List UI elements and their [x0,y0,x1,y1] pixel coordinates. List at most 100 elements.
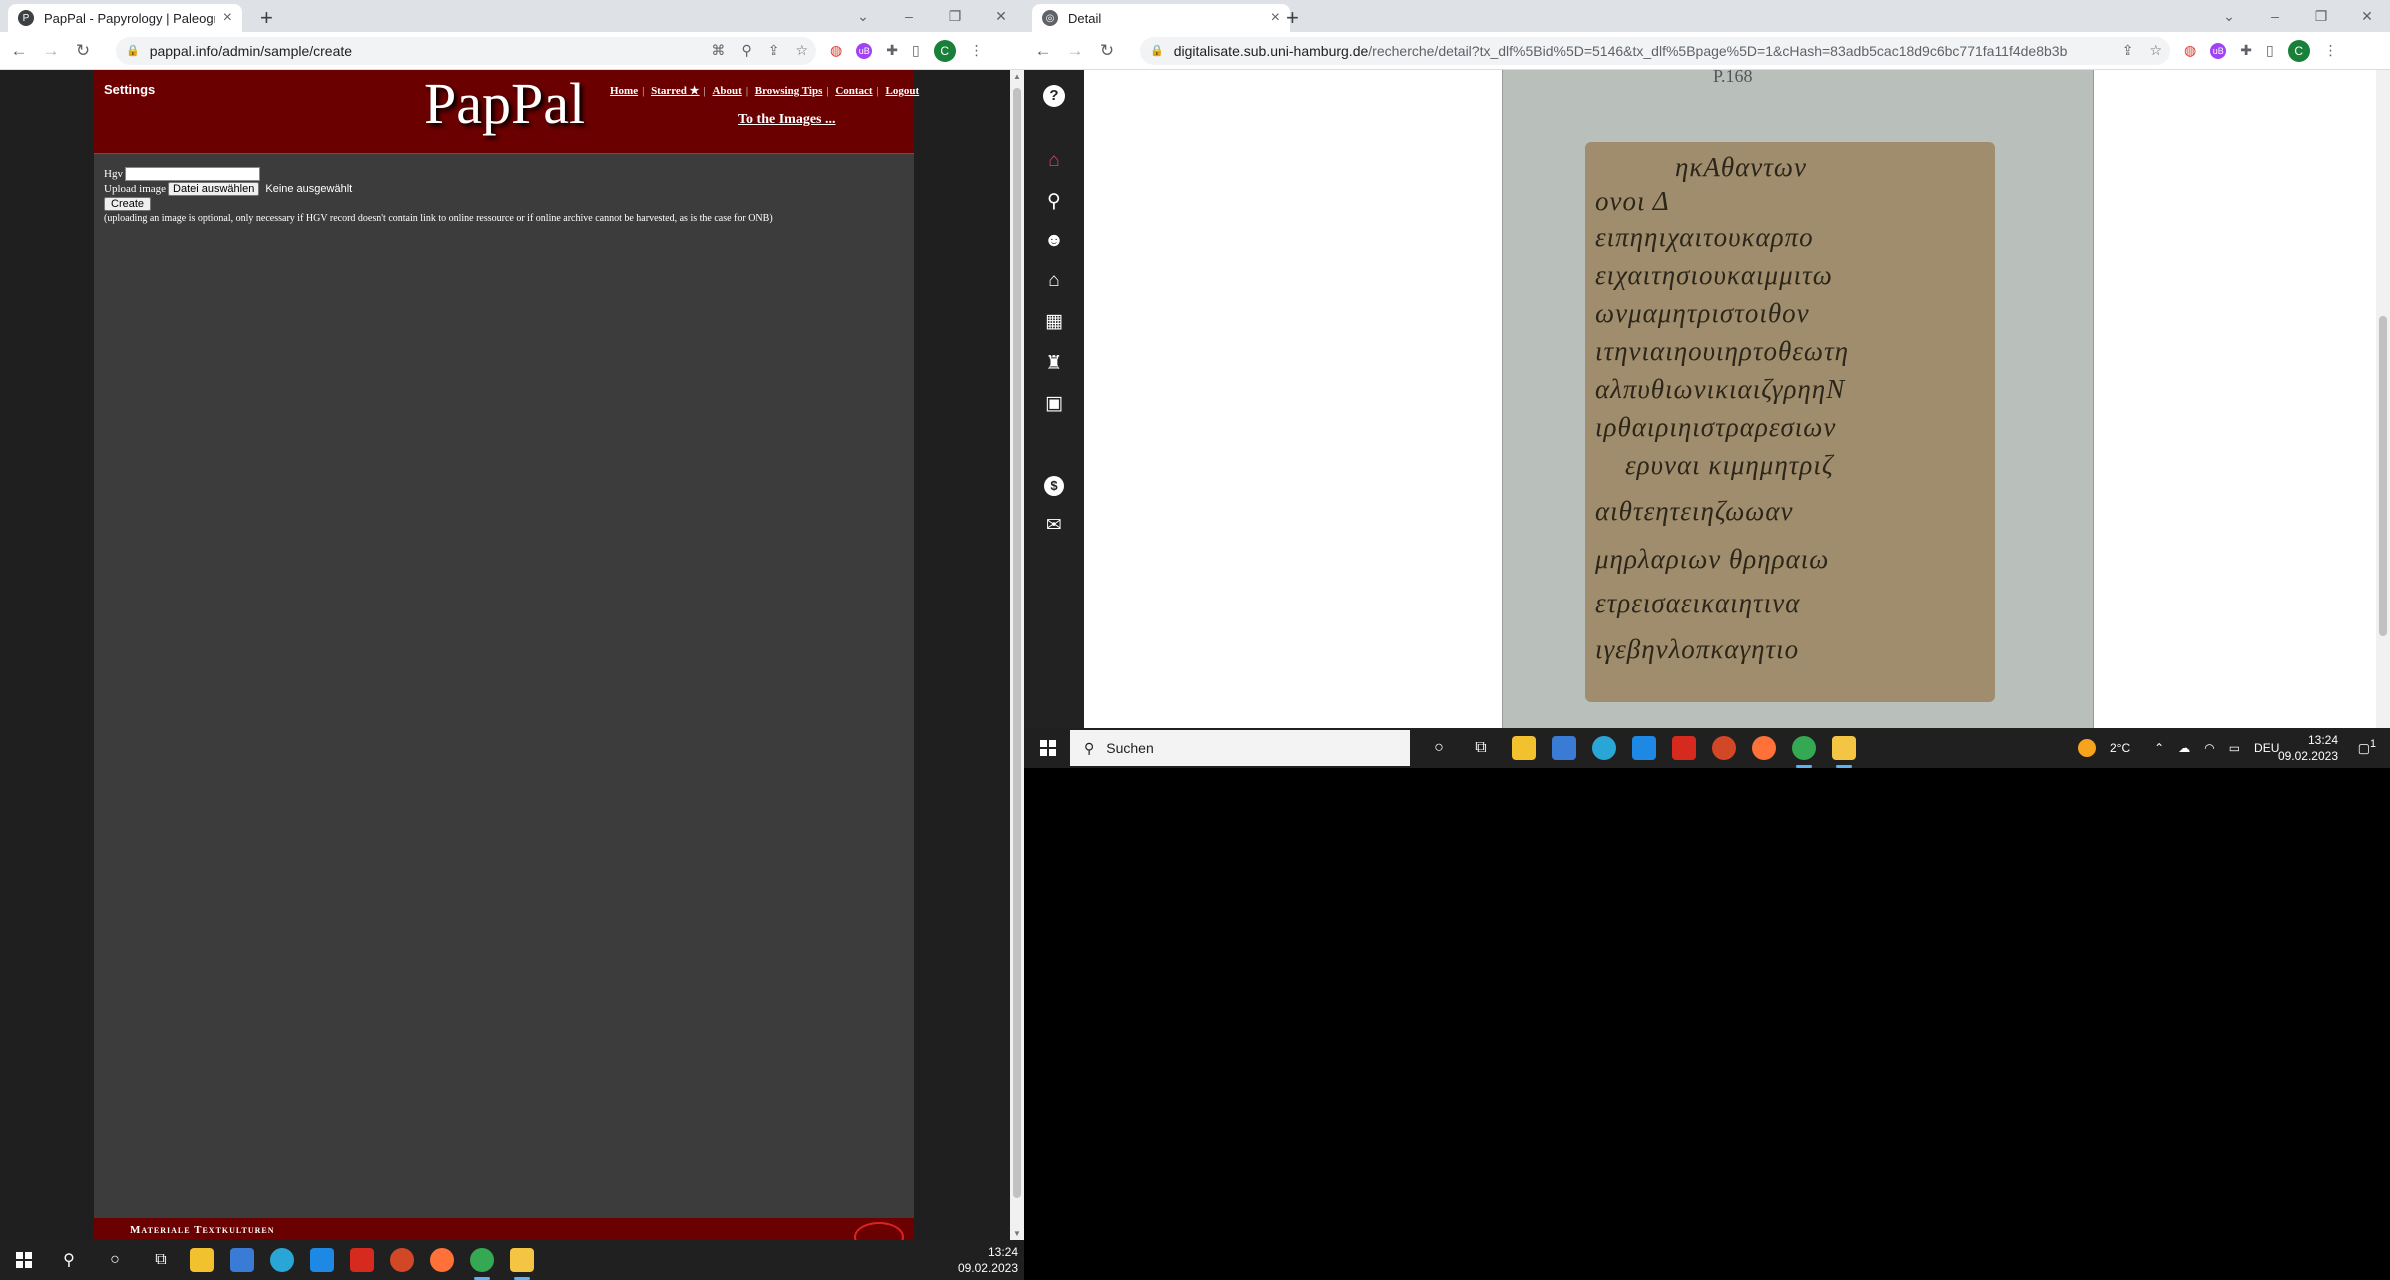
nav-logout[interactable]: Logout [886,85,920,97]
chrome-icon[interactable] [470,1248,494,1280]
store-icon[interactable] [230,1248,254,1272]
to-images-link[interactable]: To the Images ... [738,112,836,128]
grid-icon[interactable]: ▦ [1024,310,1084,333]
cortana-icon[interactable]: ○ [98,1251,132,1269]
chevron-up-icon[interactable]: ⌃ [2154,741,2164,755]
extensions-puzzle-icon[interactable]: ✚ [2240,42,2252,59]
notification-icon[interactable]: ▢1 [2358,738,2376,756]
notes-app-icon[interactable] [510,1248,534,1280]
mail-icon[interactable] [1632,736,1656,760]
chrome-icon[interactable] [1792,736,1816,768]
side-panel-icon[interactable]: ▯ [2266,42,2274,59]
clock[interactable]: 13:24 09.02.2023 [958,1244,1018,1276]
bookmark-star-icon[interactable]: ☆ [2149,42,2162,59]
left-scrollbar[interactable]: ▲ ▼ [1010,70,1024,1240]
restore-icon[interactable]: ❐ [932,8,978,25]
share-icon[interactable]: ⇪ [768,42,780,59]
menu-icon[interactable]: ⋮ [970,42,984,59]
battery-icon[interactable]: ▭ [2229,741,2240,755]
minimize-icon[interactable]: – [886,8,932,24]
acrobat-icon[interactable] [1672,736,1696,760]
share-icon[interactable]: ⇪ [2122,42,2134,59]
scroll-thumb[interactable] [1013,88,1021,1198]
scroll-up-icon[interactable]: ▲ [1010,72,1024,81]
powerpoint-icon[interactable] [390,1248,414,1272]
close-window-icon[interactable]: ✕ [978,8,1024,25]
help-icon[interactable]: ? [1043,85,1065,107]
tab-search-icon[interactable]: ⌄ [2206,8,2252,25]
file-explorer-icon[interactable] [190,1248,214,1272]
acrobat-icon[interactable] [350,1248,374,1272]
weather-temp[interactable]: 2°C [2110,741,2130,755]
pappal-logo[interactable]: PapPal [424,70,585,137]
cortana-icon[interactable]: ○ [1422,739,1456,757]
extension-shield-icon[interactable]: ◍ [830,42,842,59]
menu-icon[interactable]: ⋮ [2324,42,2338,59]
address-bar[interactable]: 🔒 pappal.info/admin/sample/create ⌘ ⚲ ⇪ … [116,36,816,65]
search-icon[interactable]: ⚲ [52,1250,86,1270]
language-indicator[interactable]: DEU [2254,741,2279,755]
create-button[interactable]: Create [104,197,152,211]
close-window-icon[interactable]: ✕ [2344,8,2390,25]
scan-image[interactable]: P.168 ηκΑθαντων ονοι Δ ειπηηιχαιτουκαρπο… [1502,66,2094,728]
close-tab-icon[interactable]: × [1271,9,1280,27]
forward-icon[interactable]: → [38,41,64,61]
nav-about[interactable]: About [712,85,741,97]
settings-link[interactable]: Settings [104,82,155,97]
feedback-icon[interactable]: ☻ [1024,230,1084,252]
profile-avatar[interactable]: C [2287,39,2310,62]
extension-ub-icon[interactable]: uB [2210,42,2227,59]
dollar-icon[interactable]: $ [1044,476,1064,496]
minimize-icon[interactable]: – [2252,8,2298,24]
right-scrollbar[interactable] [2376,70,2390,728]
nav-starred[interactable]: Starred ★ [651,85,699,97]
nav-contact[interactable]: Contact [835,85,872,97]
restore-icon[interactable]: ❐ [2298,8,2344,25]
back-icon[interactable]: ← [1030,41,1056,61]
forward-icon[interactable]: → [1062,41,1088,61]
edge-icon[interactable] [1592,736,1616,760]
new-tab-icon[interactable]: + [1286,4,1299,32]
firefox-icon[interactable] [430,1248,454,1272]
tab-pappal[interactable]: P PapPal - Papyrology | Paleography × [8,4,242,32]
network-icon[interactable]: ◠ [2204,741,2214,755]
tab-detail[interactable]: ◎ Detail × [1032,4,1290,32]
back-icon[interactable]: ← [6,41,32,61]
taskbar-search[interactable]: ⚲ Suchen [1070,730,1410,766]
nav-home[interactable]: Home [610,85,638,97]
search-icon[interactable]: ⚲ [1024,190,1084,213]
extension-shield-icon[interactable]: ◍ [2184,42,2196,59]
store-icon[interactable] [1552,736,1576,760]
file-explorer-icon[interactable] [1512,736,1536,760]
calendar-icon[interactable]: ▣ [1024,392,1084,415]
choose-file-button[interactable]: Datei auswählen [168,181,260,196]
close-tab-icon[interactable]: × [223,9,232,27]
tab-search-icon[interactable]: ⌄ [840,8,886,25]
reload-icon[interactable]: ↻ [1094,41,1120,61]
home-icon[interactable]: ⌂ [1024,150,1084,172]
edge-icon[interactable] [270,1248,294,1272]
clock[interactable]: 13:24 09.02.2023 [2278,732,2338,764]
scroll-down-icon[interactable]: ▼ [1010,1229,1024,1238]
windows-start-icon[interactable] [16,1252,32,1268]
address-bar[interactable]: 🔒 digitalisate.sub.uni-hamburg.de/recher… [1140,36,2170,65]
task-view-icon[interactable]: ⧉ [144,1251,178,1269]
hgv-input[interactable] [124,166,260,181]
chess-icon[interactable]: ♜ [1024,352,1084,375]
extensions-puzzle-icon[interactable]: ✚ [886,42,898,59]
notes-app-icon[interactable] [1832,736,1856,768]
translate-icon[interactable]: ⌘ [711,42,725,59]
museum-icon[interactable]: ⌂ [1024,270,1084,292]
bookmark-star-icon[interactable]: ☆ [795,42,808,59]
zoom-icon[interactable]: ⚲ [741,42,751,59]
onedrive-icon[interactable]: ☁ [2178,741,2190,755]
nav-browsing-tips[interactable]: Browsing Tips [755,85,823,97]
weather-sun-icon[interactable] [2078,739,2096,757]
mail-icon[interactable] [310,1248,334,1272]
new-tab-icon[interactable]: + [260,4,273,32]
profile-avatar[interactable]: C [933,39,956,62]
powerpoint-icon[interactable] [1712,736,1736,760]
extension-ub-icon[interactable]: uB [856,42,873,59]
task-view-icon[interactable]: ⧉ [1464,739,1498,757]
reload-icon[interactable]: ↻ [70,41,96,61]
